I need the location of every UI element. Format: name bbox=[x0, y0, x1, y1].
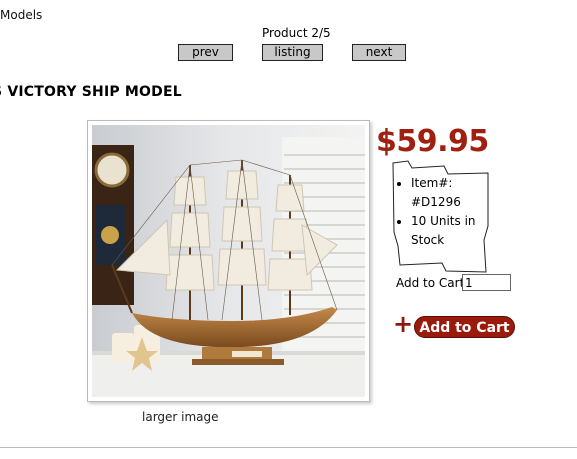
divider bbox=[0, 447, 577, 448]
quantity-label: Add to Cart: bbox=[396, 276, 469, 290]
add-to-cart-button[interactable]: Add to Cart bbox=[414, 316, 515, 338]
breadcrumb[interactable]: Models bbox=[0, 8, 42, 22]
item-number: Item#: #D1296 bbox=[411, 174, 491, 212]
product-price: $59.95 bbox=[376, 124, 489, 159]
plus-icon: + bbox=[393, 310, 414, 338]
next-button[interactable]: next bbox=[352, 44, 406, 61]
product-details: Item#: #D1296 10 Units in Stock bbox=[392, 160, 490, 275]
product-title: S VICTORY SHIP MODEL bbox=[0, 84, 182, 100]
product-image[interactable] bbox=[87, 120, 370, 402]
prev-button[interactable]: prev bbox=[178, 44, 233, 61]
listing-button[interactable]: listing bbox=[262, 44, 323, 61]
stock-count: 10 Units in Stock bbox=[411, 212, 491, 250]
larger-image-link[interactable]: larger image bbox=[142, 410, 219, 424]
product-counter: Product 2/5 bbox=[262, 26, 331, 40]
quantity-input[interactable] bbox=[462, 274, 511, 291]
